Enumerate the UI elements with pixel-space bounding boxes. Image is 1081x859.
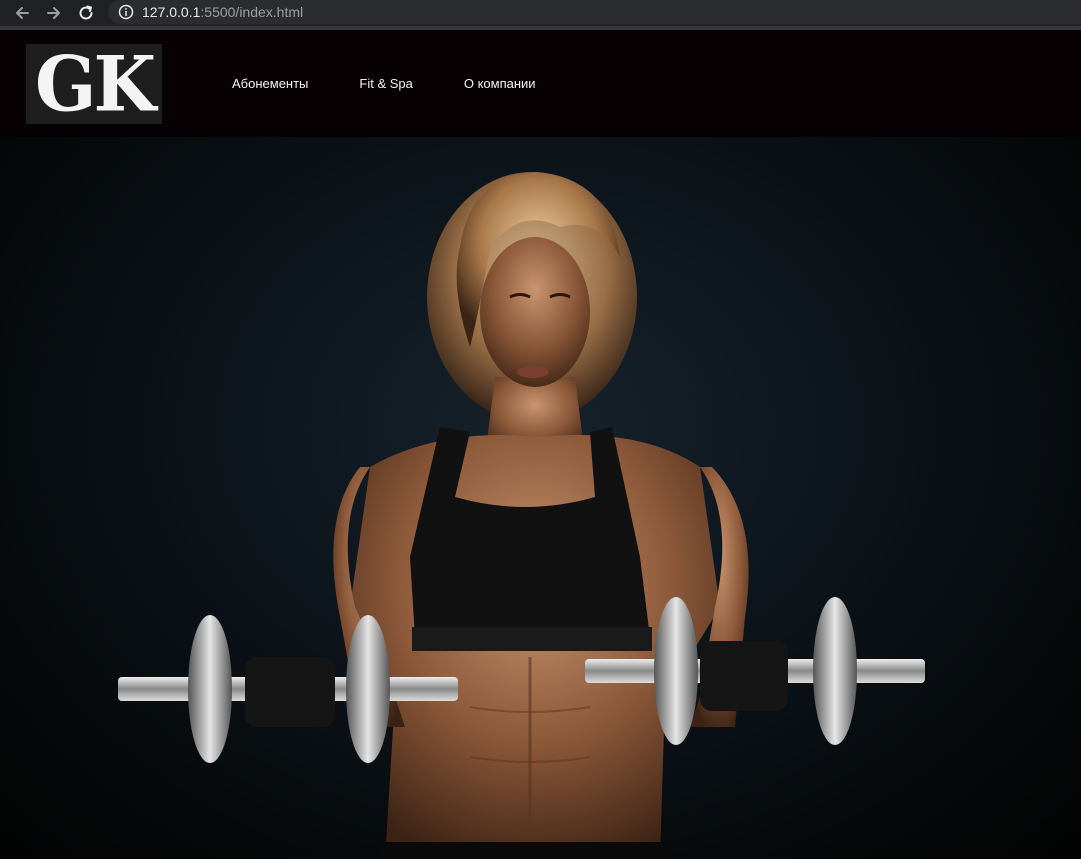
main-nav: Абонементы Fit & Spa О компании — [232, 75, 587, 93]
url-path: :5500/index.html — [200, 4, 304, 20]
site-header: GK Абонементы Fit & Spa О компании — [0, 30, 1081, 137]
logo-text: GK — [34, 38, 156, 129]
info-icon[interactable] — [118, 4, 134, 20]
nav-link-about[interactable]: О компании — [464, 75, 536, 93]
nav-link-fit-spa[interactable]: Fit & Spa — [359, 75, 412, 93]
browser-toolbar: 127.0.0.1:5500/index.html — [0, 0, 1081, 30]
forward-arrow-icon[interactable] — [44, 3, 64, 23]
hero-image — [118, 172, 925, 859]
url-text[interactable]: 127.0.0.1:5500/index.html — [142, 4, 303, 20]
nav-link-memberships[interactable]: Абонементы — [232, 75, 308, 93]
logo[interactable]: GK — [26, 44, 162, 124]
url-host: 127.0.0.1 — [142, 4, 201, 20]
back-arrow-icon[interactable] — [12, 3, 32, 23]
reload-icon[interactable] — [76, 3, 96, 23]
hero-banner — [0, 137, 1081, 859]
address-bar[interactable]: 127.0.0.1:5500/index.html — [108, 0, 1081, 24]
